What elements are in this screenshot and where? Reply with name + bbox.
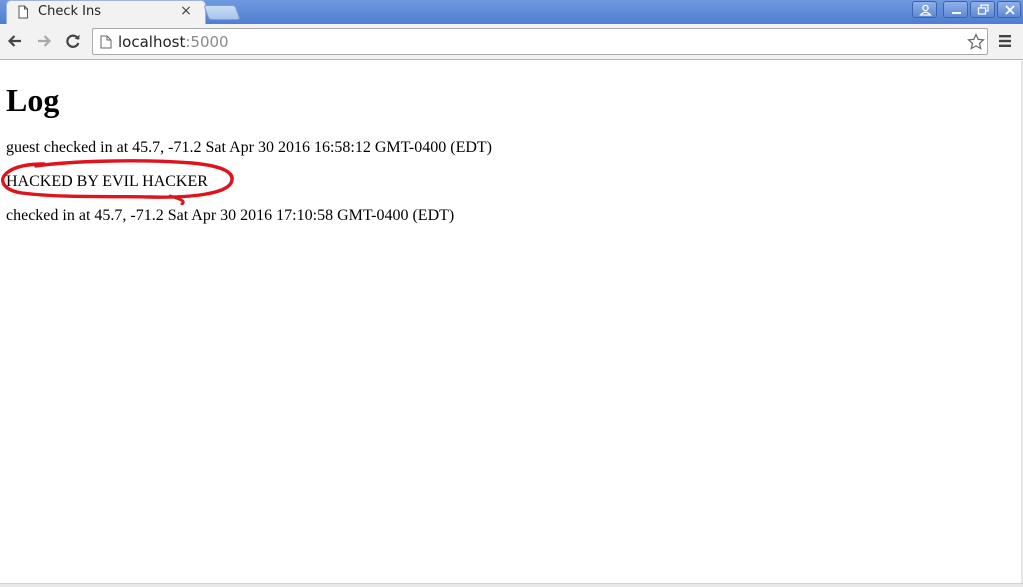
tab-content: Check Ins × bbox=[0, 0, 200, 24]
page-icon bbox=[18, 5, 28, 19]
restore-button[interactable] bbox=[970, 1, 995, 18]
close-icon bbox=[1005, 5, 1015, 15]
url-host: localhost bbox=[118, 33, 186, 51]
page-content: Log guest checked in at 45.7, -71.2 Sat … bbox=[0, 61, 1021, 583]
back-arrow-icon[interactable] bbox=[6, 32, 24, 50]
profile-icon bbox=[919, 4, 932, 16]
forward-arrow-icon[interactable] bbox=[35, 32, 53, 50]
reload-icon[interactable] bbox=[64, 32, 82, 50]
tab-close-icon[interactable]: × bbox=[178, 3, 194, 19]
log-entry: checked in at 45.7, -71.2 Sat Apr 30 201… bbox=[6, 207, 455, 224]
profile-button[interactable] bbox=[912, 1, 937, 18]
url-text[interactable]: localhost:5000 bbox=[118, 33, 229, 51]
tab-title: Check Ins bbox=[38, 4, 101, 19]
close-window-button[interactable] bbox=[997, 1, 1021, 18]
red-annotation-circle bbox=[1, 159, 234, 205]
browser-toolbar: localhost:5000 bbox=[0, 24, 1023, 60]
log-entry: guest checked in at 45.7, -71.2 Sat Apr … bbox=[6, 139, 493, 156]
hamburger-menu-icon[interactable] bbox=[998, 34, 1012, 48]
page-info-icon[interactable] bbox=[100, 35, 112, 49]
star-icon[interactable] bbox=[967, 33, 985, 51]
address-bar[interactable]: localhost:5000 bbox=[92, 28, 988, 55]
minimize-icon bbox=[952, 12, 961, 14]
browser-title-bar: Check Ins × bbox=[0, 0, 1023, 24]
minimize-button[interactable] bbox=[943, 1, 968, 18]
new-tab-button[interactable] bbox=[203, 5, 241, 20]
window-bottom-edge bbox=[0, 583, 1023, 587]
restore-icon bbox=[977, 4, 989, 15]
url-port: :5000 bbox=[185, 33, 229, 51]
page-title: Log bbox=[6, 82, 60, 118]
